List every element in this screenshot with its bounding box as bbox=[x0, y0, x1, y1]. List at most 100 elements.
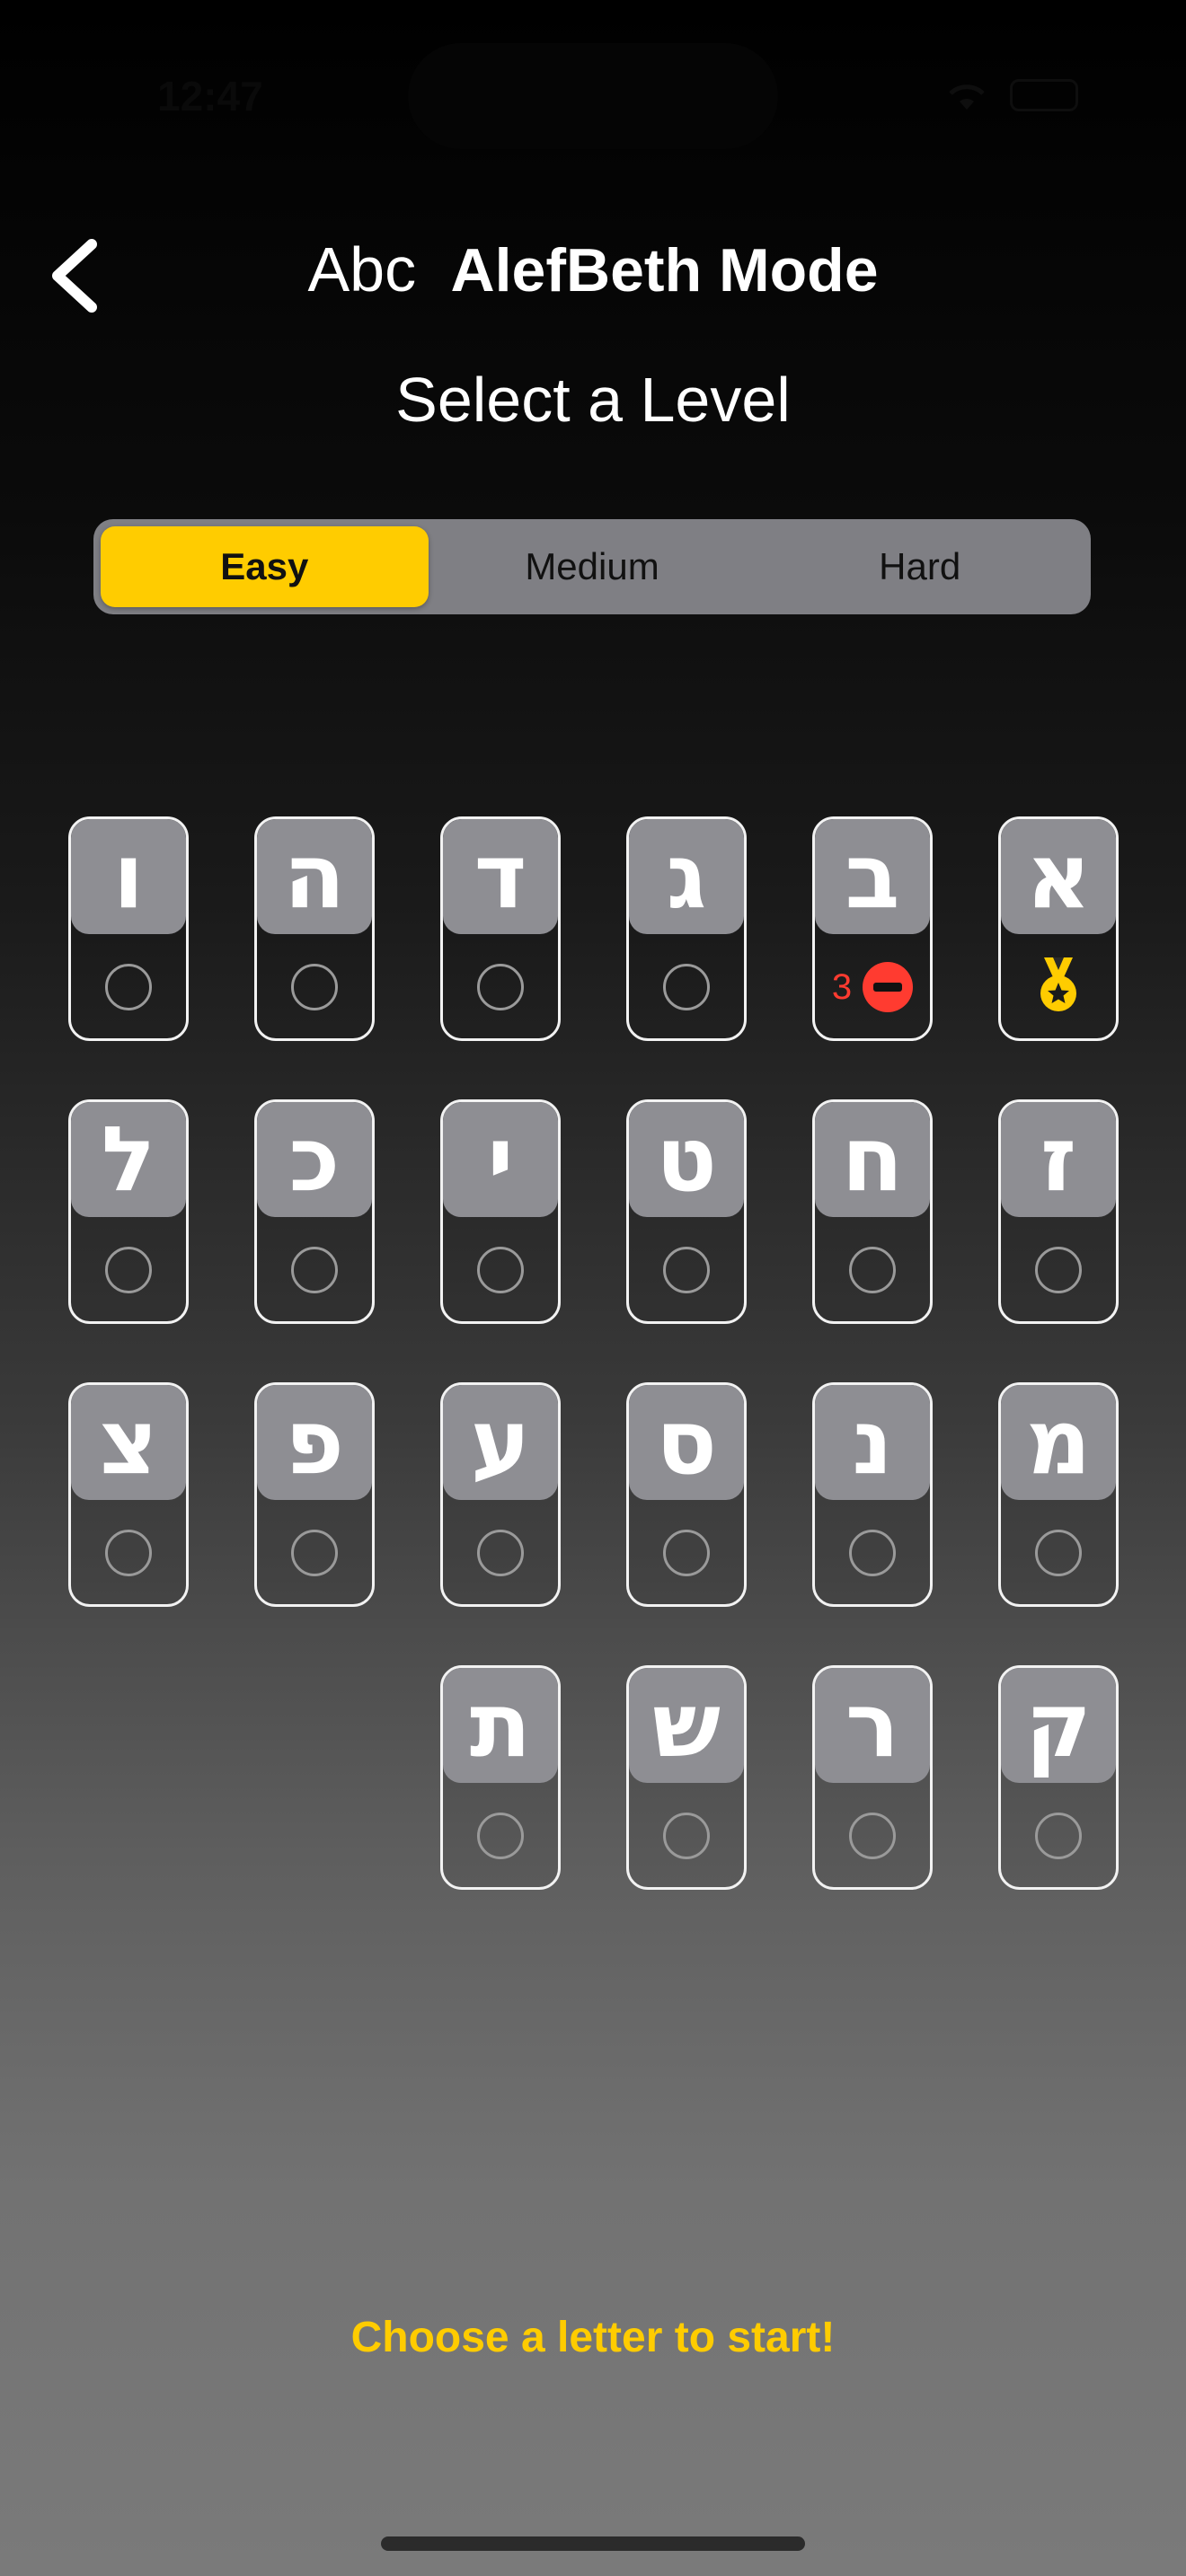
letter-card[interactable]: ב3 bbox=[812, 816, 933, 1041]
letter-status bbox=[629, 1221, 744, 1319]
letter-card[interactable]: ט bbox=[626, 1099, 747, 1324]
status-bar: 12:47 bbox=[0, 0, 1186, 180]
letter-card[interactable]: ג bbox=[626, 816, 747, 1041]
status-icons bbox=[943, 79, 1078, 111]
letter-glyph: ב bbox=[815, 819, 930, 934]
letter-card[interactable]: נ bbox=[812, 1382, 933, 1607]
abc-label: Abc bbox=[307, 234, 417, 304]
letter-status bbox=[1001, 1504, 1116, 1602]
letter-card[interactable]: ת bbox=[440, 1665, 561, 1890]
letter-card[interactable]: מ bbox=[998, 1382, 1119, 1607]
letter-status bbox=[257, 938, 372, 1037]
letter-card[interactable]: כ bbox=[254, 1099, 375, 1324]
battery-icon bbox=[1010, 79, 1078, 111]
letter-glyph: ל bbox=[71, 1102, 186, 1217]
letter-card[interactable]: צ bbox=[68, 1382, 189, 1607]
letter-card[interactable]: ו bbox=[68, 816, 189, 1041]
letter-status bbox=[71, 1504, 186, 1602]
status-time: 12:47 bbox=[157, 73, 263, 119]
empty-circle-icon bbox=[291, 1530, 338, 1576]
header: Abc AlefBeth Mode bbox=[0, 225, 1186, 314]
empty-circle-icon bbox=[477, 1247, 524, 1293]
letter-glyph: ז bbox=[1001, 1102, 1116, 1217]
letter-glyph: ת bbox=[443, 1668, 558, 1783]
letter-card[interactable]: י bbox=[440, 1099, 561, 1324]
empty-circle-icon bbox=[1035, 1813, 1082, 1859]
letter-glyph: י bbox=[443, 1102, 558, 1217]
letter-glyph: ח bbox=[815, 1102, 930, 1217]
letter-status bbox=[71, 938, 186, 1037]
level-medium-segment[interactable]: Medium bbox=[429, 526, 757, 607]
letter-card[interactable]: ד bbox=[440, 816, 561, 1041]
medal-icon bbox=[1033, 956, 1084, 1019]
letter-card[interactable]: ס bbox=[626, 1382, 747, 1607]
letter-glyph: פ bbox=[257, 1385, 372, 1500]
fail-count: 3 bbox=[831, 966, 853, 1007]
letter-status bbox=[443, 1221, 558, 1319]
letter-status bbox=[71, 1221, 186, 1319]
letter-card[interactable]: ז bbox=[998, 1099, 1119, 1324]
empty-circle-icon bbox=[291, 1247, 338, 1293]
level-segmented-control: Easy Medium Hard bbox=[93, 519, 1091, 614]
letter-card[interactable]: א bbox=[998, 816, 1119, 1041]
empty-circle-icon bbox=[105, 1530, 152, 1576]
letter-status bbox=[443, 1786, 558, 1885]
letter-status bbox=[443, 938, 558, 1037]
letter-card[interactable]: ר bbox=[812, 1665, 933, 1890]
letter-card[interactable]: ק bbox=[998, 1665, 1119, 1890]
level-easy-segment[interactable]: Easy bbox=[101, 526, 429, 607]
letter-glyph: ק bbox=[1001, 1668, 1116, 1783]
letter-status bbox=[1001, 1786, 1116, 1885]
letter-card[interactable]: ל bbox=[68, 1099, 189, 1324]
letter-card[interactable]: ה bbox=[254, 816, 375, 1041]
empty-circle-icon bbox=[663, 1813, 710, 1859]
letter-status bbox=[443, 1504, 558, 1602]
letter-glyph: ו bbox=[71, 819, 186, 934]
letter-glyph: נ bbox=[815, 1385, 930, 1500]
empty-circle-icon bbox=[1035, 1247, 1082, 1293]
letter-glyph: ה bbox=[257, 819, 372, 934]
letter-glyph: מ bbox=[1001, 1385, 1116, 1500]
letter-card[interactable]: ח bbox=[812, 1099, 933, 1324]
fail-indicator: 3 bbox=[831, 962, 914, 1012]
empty-circle-icon bbox=[1035, 1530, 1082, 1576]
page-title: AlefBeth Mode bbox=[450, 236, 879, 304]
title-wrap: Abc AlefBeth Mode bbox=[0, 234, 1186, 305]
letter-glyph: ר bbox=[815, 1668, 930, 1783]
level-hard-segment[interactable]: Hard bbox=[756, 526, 1084, 607]
empty-circle-icon bbox=[291, 964, 338, 1010]
letter-glyph: ט bbox=[629, 1102, 744, 1217]
letter-glyph: ע bbox=[443, 1385, 558, 1500]
empty-circle-icon bbox=[105, 964, 152, 1010]
empty-circle-icon bbox=[477, 964, 524, 1010]
empty-circle-icon bbox=[663, 1247, 710, 1293]
letter-glyph: כ bbox=[257, 1102, 372, 1217]
letter-glyph: ש bbox=[629, 1668, 744, 1783]
letter-glyph: ג bbox=[629, 819, 744, 934]
empty-circle-icon bbox=[477, 1530, 524, 1576]
empty-circle-icon bbox=[663, 964, 710, 1010]
empty-circle-icon bbox=[663, 1530, 710, 1576]
letter-glyph: ס bbox=[629, 1385, 744, 1500]
letter-status bbox=[815, 1221, 930, 1319]
letter-glyph: צ bbox=[71, 1385, 186, 1500]
empty-circle-icon bbox=[849, 1247, 896, 1293]
empty-circle-icon bbox=[105, 1247, 152, 1293]
wifi-icon bbox=[949, 84, 985, 110]
section-subtitle: Select a Level bbox=[395, 365, 791, 435]
letter-card[interactable]: פ bbox=[254, 1382, 375, 1607]
letter-status bbox=[815, 1786, 930, 1885]
empty-circle-icon bbox=[477, 1813, 524, 1859]
letter-status bbox=[257, 1221, 372, 1319]
dynamic-island bbox=[408, 43, 778, 149]
start-prompt: Choose a letter to start! bbox=[350, 2314, 836, 2361]
letter-status bbox=[1001, 938, 1116, 1037]
letter-card[interactable]: ש bbox=[626, 1665, 747, 1890]
letter-status bbox=[629, 938, 744, 1037]
letter-glyph: ד bbox=[443, 819, 558, 934]
empty-circle-icon bbox=[849, 1813, 896, 1859]
minus-circle-icon bbox=[863, 962, 914, 1012]
letter-card[interactable]: ע bbox=[440, 1382, 561, 1607]
letter-status bbox=[629, 1786, 744, 1885]
letter-status bbox=[815, 1504, 930, 1602]
